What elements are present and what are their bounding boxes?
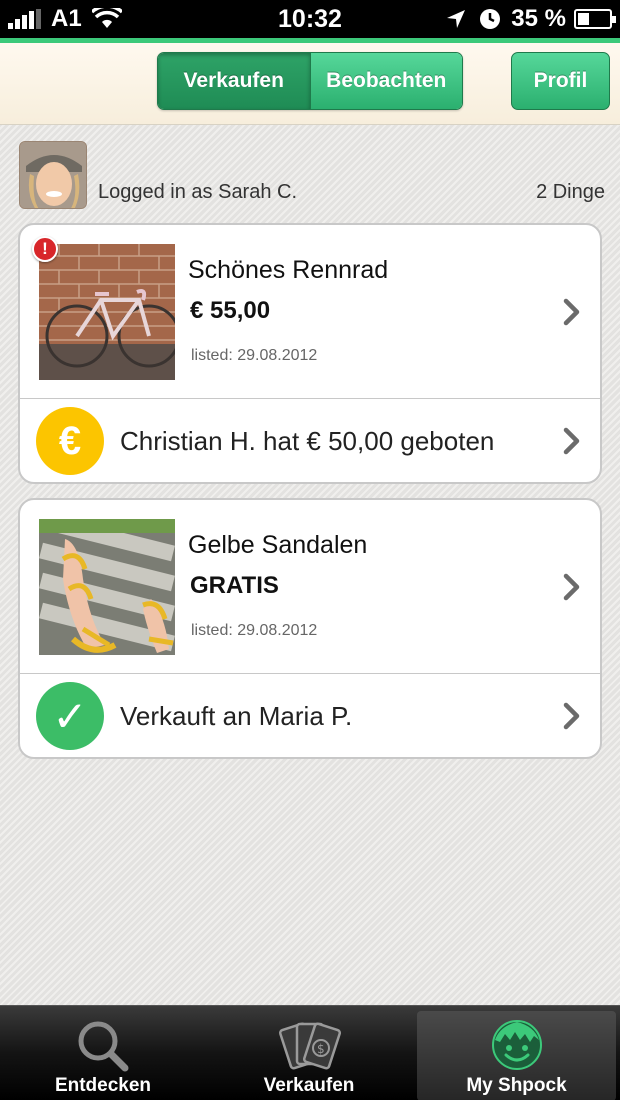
- offer-text: Christian H. hat € 50,00 geboten: [120, 426, 495, 456]
- battery-fill: [578, 13, 589, 25]
- sold-row[interactable]: ✓ Verkauft an Maria P.: [20, 674, 600, 757]
- avatar[interactable]: [19, 141, 87, 209]
- tab-label: My Shpock: [466, 1075, 567, 1096]
- clock-icon: [480, 9, 501, 29]
- tab-verkaufen[interactable]: Verkaufen: [158, 53, 310, 109]
- tab-beobachten[interactable]: Beobachten: [309, 53, 462, 109]
- euro-icon: €: [36, 407, 104, 475]
- chevron-right-icon: [563, 298, 580, 326]
- sold-text: Verkauft an Maria P.: [120, 701, 353, 731]
- item-title: Schönes Rennrad: [188, 256, 389, 284]
- alert-badge: !: [32, 236, 58, 262]
- tab-bar: Entdecken $ Verkaufen My Shpock: [0, 1005, 620, 1100]
- money-notes-icon: $: [278, 1022, 341, 1070]
- tab-my-shpock[interactable]: My Shpock: [417, 1011, 616, 1100]
- chevron-right-icon: [563, 702, 580, 730]
- item-title: Gelbe Sandalen: [188, 531, 368, 559]
- item-price: GRATIS: [190, 572, 279, 599]
- location-arrow-icon: [447, 10, 466, 28]
- item-photo-bicycle: [39, 244, 175, 380]
- avatar-image: [20, 142, 86, 208]
- logged-in-label: Logged in as Sarah C.: [98, 181, 298, 203]
- svg-text:$: $: [317, 1042, 325, 1056]
- chevron-right-icon: [563, 573, 580, 601]
- tab-verkaufen-bottom[interactable]: $ Verkaufen: [206, 1006, 412, 1100]
- tab-label: Verkaufen: [263, 1075, 355, 1096]
- checkmark-glyph: ✓: [52, 691, 88, 741]
- item-photo-sandals: [39, 519, 175, 655]
- item-listed-date: listed: 29.08.2012: [191, 622, 318, 639]
- status-bar: A1 10:32 35 %: [0, 0, 620, 38]
- item-price: € 55,00: [190, 297, 271, 324]
- listing-item[interactable]: Schönes Rennrad € 55,00 listed: 29.08.20…: [20, 225, 600, 399]
- listing-card: Schönes Rennrad € 55,00 listed: 29.08.20…: [18, 223, 602, 484]
- top-bar: Verkaufen Beobachten Profil: [0, 43, 620, 125]
- listing-card: Gelbe Sandalen GRATIS listed: 29.08.2012…: [18, 498, 602, 759]
- magnifier-icon: [78, 1021, 129, 1072]
- offer-row[interactable]: € Christian H. hat € 50,00 geboten: [20, 399, 600, 482]
- item-listed-date: listed: 29.08.2012: [191, 347, 318, 364]
- listing-item[interactable]: Gelbe Sandalen GRATIS listed: 29.08.2012: [20, 500, 600, 674]
- profile-button[interactable]: Profil: [511, 52, 610, 110]
- tab-entdecken[interactable]: Entdecken: [0, 1006, 206, 1100]
- status-right: 35 %: [445, 5, 616, 33]
- chevron-right-icon: [563, 427, 580, 455]
- tab-label: Entdecken: [54, 1075, 152, 1096]
- segmented-control: Verkaufen Beobachten: [157, 52, 463, 110]
- checkmark-icon: ✓: [36, 682, 104, 750]
- smiley-icon: [491, 1020, 542, 1070]
- euro-glyph: €: [58, 418, 82, 463]
- battery-percent: 35 %: [511, 5, 566, 32]
- items-count: 2 Dinge: [536, 181, 605, 203]
- battery-icon: [574, 9, 616, 29]
